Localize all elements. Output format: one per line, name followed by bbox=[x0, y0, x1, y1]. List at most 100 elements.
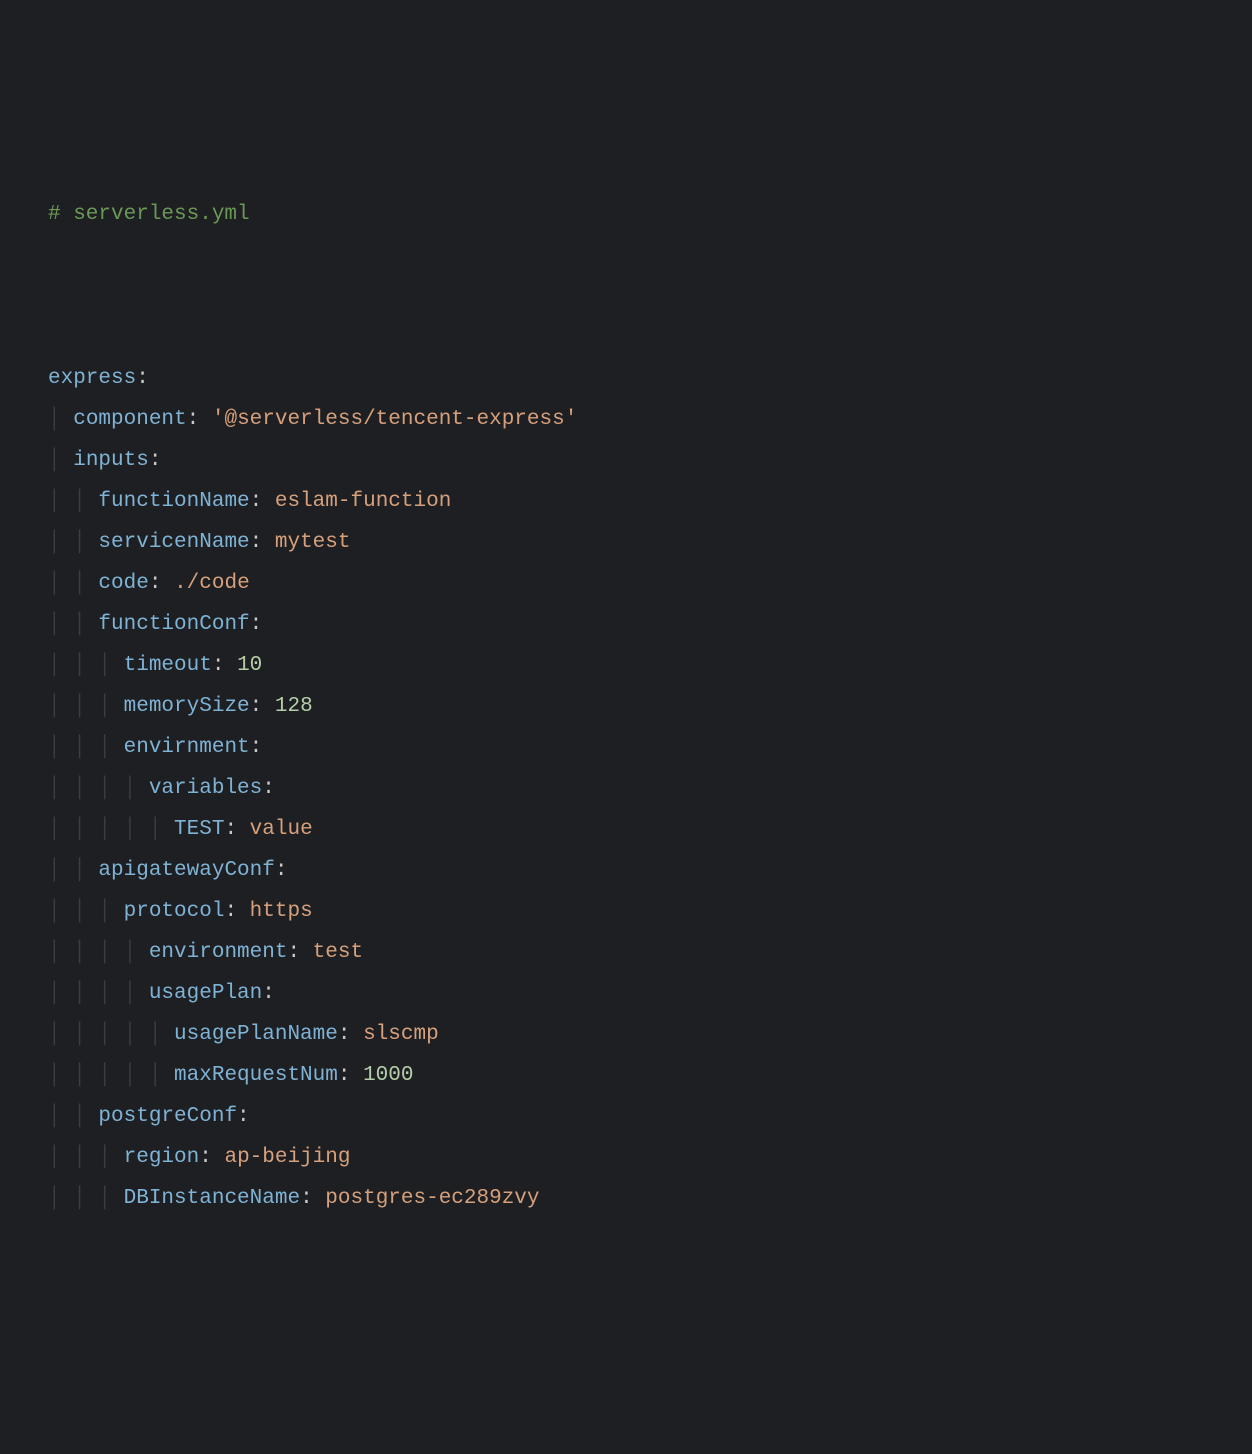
colon: : bbox=[275, 859, 288, 882]
colon: : bbox=[300, 1187, 313, 1210]
indent-guide: │ │ │ │ bbox=[48, 982, 149, 1005]
yaml-value: 1000 bbox=[363, 1064, 413, 1087]
yaml-key: memorySize bbox=[124, 695, 250, 718]
yaml-key: functionName bbox=[98, 490, 249, 513]
colon: : bbox=[338, 1064, 351, 1087]
code-line: │ │ functionConf: bbox=[48, 604, 1204, 645]
yaml-value: ap-beijing bbox=[224, 1146, 350, 1169]
colon: : bbox=[250, 695, 263, 718]
code-line: │ │ code: ./code bbox=[48, 563, 1204, 604]
colon: : bbox=[136, 367, 149, 390]
indent-guide: │ │ │ │ │ bbox=[48, 818, 174, 841]
yaml-key: code bbox=[98, 572, 148, 595]
yaml-key: component bbox=[73, 408, 186, 431]
yaml-key: maxRequestNum bbox=[174, 1064, 338, 1087]
indent-guide: │ │ bbox=[48, 1105, 98, 1128]
yaml-key: servicenName bbox=[98, 531, 249, 554]
indent-guide: │ │ bbox=[48, 572, 98, 595]
colon: : bbox=[287, 941, 300, 964]
indent-guide: │ │ bbox=[48, 613, 98, 636]
indent-guide: │ bbox=[48, 408, 73, 431]
yaml-value: mytest bbox=[275, 531, 351, 554]
yaml-key: protocol bbox=[124, 900, 225, 923]
yaml-value: slscmp bbox=[363, 1023, 439, 1046]
code-line: express: bbox=[48, 358, 1204, 399]
colon: : bbox=[224, 900, 237, 923]
code-block: express:│ component: '@serverless/tencen… bbox=[48, 358, 1204, 1219]
yaml-value: ./code bbox=[174, 572, 250, 595]
indent-guide: │ │ │ bbox=[48, 900, 124, 923]
code-line: │ │ apigatewayConf: bbox=[48, 850, 1204, 891]
indent-guide: │ │ │ bbox=[48, 654, 124, 677]
colon: : bbox=[149, 572, 162, 595]
colon: : bbox=[250, 736, 263, 759]
indent-guide: │ │ │ │ bbox=[48, 777, 149, 800]
yaml-value: 128 bbox=[275, 695, 313, 718]
code-line: │ │ │ │ │ maxRequestNum: 1000 bbox=[48, 1055, 1204, 1096]
code-line: │ │ functionName: eslam-function bbox=[48, 481, 1204, 522]
yaml-key: DBInstanceName bbox=[124, 1187, 300, 1210]
indent-guide: │ bbox=[48, 449, 73, 472]
yaml-key: postgreConf bbox=[98, 1105, 237, 1128]
code-line: │ │ │ protocol: https bbox=[48, 891, 1204, 932]
code-line: │ │ │ │ │ usagePlanName: slscmp bbox=[48, 1014, 1204, 1055]
yaml-value: value bbox=[250, 818, 313, 841]
colon: : bbox=[250, 531, 263, 554]
colon: : bbox=[262, 777, 275, 800]
yaml-value: eslam-function bbox=[275, 490, 451, 513]
indent-guide: │ │ │ │ bbox=[48, 941, 149, 964]
yaml-value: https bbox=[250, 900, 313, 923]
code-line: │ │ servicenName: mytest bbox=[48, 522, 1204, 563]
colon: : bbox=[250, 613, 263, 636]
colon: : bbox=[224, 818, 237, 841]
yaml-key: region bbox=[124, 1146, 200, 1169]
yaml-key: usagePlanName bbox=[174, 1023, 338, 1046]
code-line: │ │ │ │ │ TEST: value bbox=[48, 809, 1204, 850]
yaml-key: TEST bbox=[174, 818, 224, 841]
indent-guide: │ │ │ bbox=[48, 695, 124, 718]
code-line: │ │ │ region: ap-beijing bbox=[48, 1137, 1204, 1178]
code-line: │ │ │ timeout: 10 bbox=[48, 645, 1204, 686]
yaml-key: usagePlan bbox=[149, 982, 262, 1005]
indent-guide: │ │ │ bbox=[48, 736, 124, 759]
yaml-key: functionConf bbox=[98, 613, 249, 636]
code-comment-line: # serverless.yml bbox=[48, 194, 1204, 235]
code-line: │ │ │ memorySize: 128 bbox=[48, 686, 1204, 727]
code-line: │ │ │ DBInstanceName: postgres-ec289zvy bbox=[48, 1178, 1204, 1219]
code-line: │ │ │ │ environment: test bbox=[48, 932, 1204, 973]
yaml-value: 10 bbox=[237, 654, 262, 677]
indent-guide: │ │ │ bbox=[48, 1146, 124, 1169]
blank-line bbox=[48, 276, 1204, 317]
yaml-value: postgres-ec289zvy bbox=[325, 1187, 539, 1210]
yaml-key: timeout bbox=[124, 654, 212, 677]
code-line: │ │ postgreConf: bbox=[48, 1096, 1204, 1137]
colon: : bbox=[250, 490, 263, 513]
yaml-key: inputs bbox=[73, 449, 149, 472]
code-line: │ │ │ │ variables: bbox=[48, 768, 1204, 809]
indent-guide: │ │ bbox=[48, 531, 98, 554]
code-line: │ │ │ envirnment: bbox=[48, 727, 1204, 768]
indent-guide: │ │ │ │ │ bbox=[48, 1023, 174, 1046]
colon: : bbox=[338, 1023, 351, 1046]
indent-guide: │ │ bbox=[48, 490, 98, 513]
indent-guide: │ │ │ bbox=[48, 1187, 124, 1210]
colon: : bbox=[262, 982, 275, 1005]
yaml-key: envirnment bbox=[124, 736, 250, 759]
yaml-key: environment bbox=[149, 941, 288, 964]
comment-text: # serverless.yml bbox=[48, 203, 250, 226]
yaml-key: variables bbox=[149, 777, 262, 800]
code-line: │ component: '@serverless/tencent-expres… bbox=[48, 399, 1204, 440]
yaml-value: '@serverless/tencent-express' bbox=[212, 408, 577, 431]
yaml-key: express bbox=[48, 367, 136, 390]
colon: : bbox=[212, 654, 225, 677]
yaml-value: test bbox=[313, 941, 363, 964]
colon: : bbox=[237, 1105, 250, 1128]
colon: : bbox=[187, 408, 200, 431]
code-line: │ │ │ │ usagePlan: bbox=[48, 973, 1204, 1014]
code-line: │ inputs: bbox=[48, 440, 1204, 481]
indent-guide: │ │ bbox=[48, 859, 98, 882]
yaml-key: apigatewayConf bbox=[98, 859, 274, 882]
colon: : bbox=[149, 449, 162, 472]
colon: : bbox=[199, 1146, 212, 1169]
indent-guide: │ │ │ │ │ bbox=[48, 1064, 174, 1087]
